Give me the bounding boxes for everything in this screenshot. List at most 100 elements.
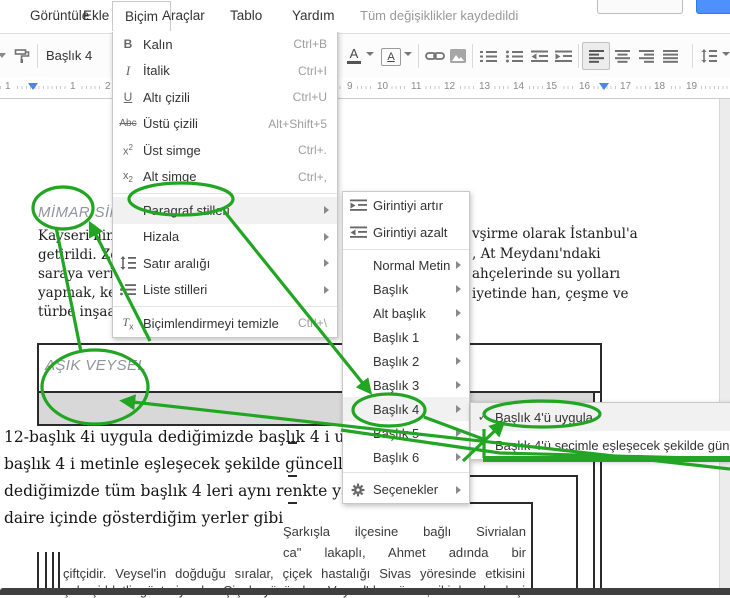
comments-button-partial[interactable]	[597, 0, 683, 14]
menu-item-girintiyi-azalt[interactable]: Girintiyi azalt	[343, 219, 469, 246]
menu-item-label: Başlık 4'ü uygula	[495, 409, 593, 425]
menu-item-girintiyi-artir[interactable]: Girintiyi artır	[343, 192, 469, 219]
text-color-icon[interactable]: A	[346, 47, 362, 65]
table-border	[288, 502, 297, 504]
body-text-right-fragment[interactable]: , At Meydanı'ndaki	[472, 246, 601, 262]
menu-item-label: Başlık 3	[373, 377, 420, 393]
align-center-icon[interactable]	[613, 47, 631, 65]
submenu-arrow-icon	[324, 285, 329, 294]
menu-item-hizala[interactable]: Hizala	[113, 224, 337, 251]
menu-item-baslik-1[interactable]: Başlık 1	[343, 325, 469, 349]
menu-item-italik[interactable]: I İtalik Ctrl+I	[113, 58, 337, 85]
menubar-item-tablo[interactable]: Tablo	[230, 8, 262, 23]
submenu-arrow-icon	[456, 333, 461, 341]
paragraph-styles-submenu: Girintiyi artır Girintiyi azalt Normal Met…	[342, 191, 470, 504]
heading-asik-veysel[interactable]: AŞIK VEYSEL	[45, 357, 146, 374]
menu-item-liste-stilleri[interactable]: Liste stilleri	[113, 277, 337, 304]
menu-item-baslik[interactable]: Başlık	[343, 277, 469, 301]
menu-item-label: Girintiyi artır	[373, 198, 444, 213]
note-text-line[interactable]: dediğimizde tüm başlık 4 leri aynı renkt…	[4, 482, 377, 500]
chevron-down-icon[interactable]	[0, 47, 7, 65]
note-text-line[interactable]: başlık 4 i metinle eşleşecek şekilde gün…	[4, 455, 352, 473]
numbered-list-icon[interactable]	[478, 47, 498, 65]
highlight-color-icon[interactable]: A	[381, 48, 401, 66]
ruler-indent-marker-right[interactable]	[599, 83, 609, 90]
ruler-indent-marker-left[interactable]	[28, 83, 38, 90]
menu-item-bicimlendirmeyi-temizle[interactable]: Tx Biçimlendirmeyi temizle Ctrl+\	[113, 310, 337, 337]
menu-item-baslik-2[interactable]: Başlık 2	[343, 349, 469, 373]
menu-item-baslik4-uygula[interactable]: ✓ Başlık 4'ü uygula	[471, 403, 730, 431]
line-spacing-caret-icon[interactable]	[722, 52, 730, 56]
menu-item-ustu-cizili[interactable]: Abc Üstü çizili Alt+Shift+5	[113, 111, 337, 138]
menu-item-ust-simge[interactable]: x2 Üst simge Ctrl+.	[113, 137, 337, 164]
table-border	[600, 343, 602, 588]
ruler-number: 14	[510, 81, 528, 92]
submenu-arrow-icon	[456, 405, 461, 413]
menu-item-baslik-5[interactable]: Başlık 5	[343, 421, 469, 445]
menu-item-shortcut: Alt+Shift+5	[268, 116, 327, 131]
insert-link-icon[interactable]	[425, 47, 445, 65]
menu-item-shortcut: Ctrl+U	[292, 90, 327, 105]
menu-item-shortcut: Ctrl+B	[293, 37, 327, 52]
bio-text-line[interactable]: Şarkışla ilçesine bağlı Sivrialan	[283, 524, 526, 539]
body-text-left-fragment[interactable]: yapmak, ker	[38, 285, 123, 301]
increase-indent-icon[interactable]	[553, 47, 573, 65]
menu-item-shortcut: Ctrl+.	[297, 143, 327, 158]
format-menu: B Kalın Ctrl+B I İtalik Ctrl+I U Altı çizili Ctr…	[112, 30, 338, 338]
menu-item-label: Başlık 4	[373, 401, 420, 417]
decrease-indent-icon[interactable]	[529, 47, 549, 65]
line-spacing-icon[interactable]	[700, 47, 718, 65]
menu-item-alt-baslik[interactable]: Alt başlık	[343, 301, 469, 325]
body-text-right-fragment[interactable]: ahçelerinde su yolları	[472, 266, 620, 282]
menu-item-label: Alt başlık	[373, 305, 426, 321]
paragraph-style-selector[interactable]: Başlık 4	[46, 48, 92, 63]
body-text-left-fragment[interactable]: Kayseri'nin	[38, 228, 115, 244]
menu-item-paragraf-stilleri[interactable]: Paragraf stilleri	[113, 197, 337, 224]
menubar-item-ekle[interactable]: Ekle	[83, 8, 109, 23]
menu-item-label: Başlık 4'ü seçimle eşleşecek şekilde gün…	[495, 437, 730, 453]
menu-item-alt-simge[interactable]: x2 Alt simge Ctrl+,	[113, 164, 337, 191]
ruler-number: 16	[576, 81, 594, 92]
align-right-icon[interactable]	[637, 47, 655, 65]
menu-item-kalin[interactable]: B Kalın Ctrl+B	[113, 31, 337, 58]
justify-icon[interactable]	[661, 47, 679, 65]
ruler-number: 1	[67, 81, 79, 92]
note-text-line[interactable]: daire içinde gösterdiğim yerler gibi	[4, 509, 283, 527]
body-text-right-fragment[interactable]: iyetinde han, çeşme ve	[472, 286, 629, 302]
save-status: Tüm değişiklikler kaydedildi	[360, 8, 519, 23]
body-text-right-fragment[interactable]: vşirme olarak İstanbul'a	[472, 226, 638, 242]
ruler[interactable]: 1 1 2 9 10 11 12 13 14 15 16 17 18 19	[0, 77, 730, 99]
clear-icon: Tx	[122, 315, 134, 332]
menu-item-label: Paragraf stilleri	[143, 202, 230, 218]
menu-item-baslik-3[interactable]: Başlık 3	[343, 373, 469, 397]
body-text-left-fragment[interactable]: getirildi. Zel	[38, 247, 123, 263]
bio-text-line[interactable]: çiftçidir. Veysel'in doğduğu sıralar, çi…	[63, 566, 525, 581]
menu-item-label: Üst simge	[143, 142, 201, 158]
menu-item-baslik4-guncelle[interactable]: Başlık 4'ü seçimle eşleşecek şekilde gün…	[471, 431, 730, 459]
insert-image-icon[interactable]	[449, 47, 467, 65]
share-button-partial[interactable]	[696, 0, 730, 14]
bio-text-line[interactable]: ca" lakaplı, Ahmet adında bir	[283, 545, 526, 560]
menu-item-shortcut: Ctrl+I	[297, 63, 327, 78]
submenu-arrow-icon	[456, 261, 461, 269]
text-color-caret-icon[interactable]	[366, 52, 374, 56]
menu-item-baslik-6[interactable]: Başlık 6	[343, 445, 469, 469]
highlight-color-caret-icon[interactable]	[404, 52, 412, 56]
menubar-item-goruntule[interactable]: Görüntüle	[30, 8, 89, 23]
paint-format-icon[interactable]	[12, 47, 32, 65]
menu-item-label: Başlık 1	[373, 329, 420, 345]
menu-item-alti-cizili[interactable]: U Altı çizili Ctrl+U	[113, 84, 337, 111]
heading4-submenu: ✓ Başlık 4'ü uygula Başlık 4'ü seçimle eşl…	[470, 402, 730, 460]
menu-item-satir-araligi[interactable]: Satır aralığı	[113, 250, 337, 277]
menu-item-label: Altı çizili	[143, 89, 190, 105]
note-text-line[interactable]: 12-başlık 4i uygula dediğimizde başlık 4…	[4, 428, 395, 446]
menu-item-baslik-4[interactable]: Başlık 4	[343, 397, 469, 421]
menubar-item-araclar[interactable]: Araçlar	[162, 8, 205, 23]
menu-item-secenekler[interactable]: Seçenekler	[343, 476, 469, 503]
menubar-item-yardim[interactable]: Yardım	[292, 8, 335, 23]
bulleted-list-icon[interactable]	[504, 47, 524, 65]
align-left-icon[interactable]	[587, 47, 605, 65]
menu-item-normal-metin[interactable]: Normal Metin	[343, 253, 469, 277]
toolbar-separator	[37, 44, 38, 68]
ruler-number: 11	[408, 81, 425, 92]
